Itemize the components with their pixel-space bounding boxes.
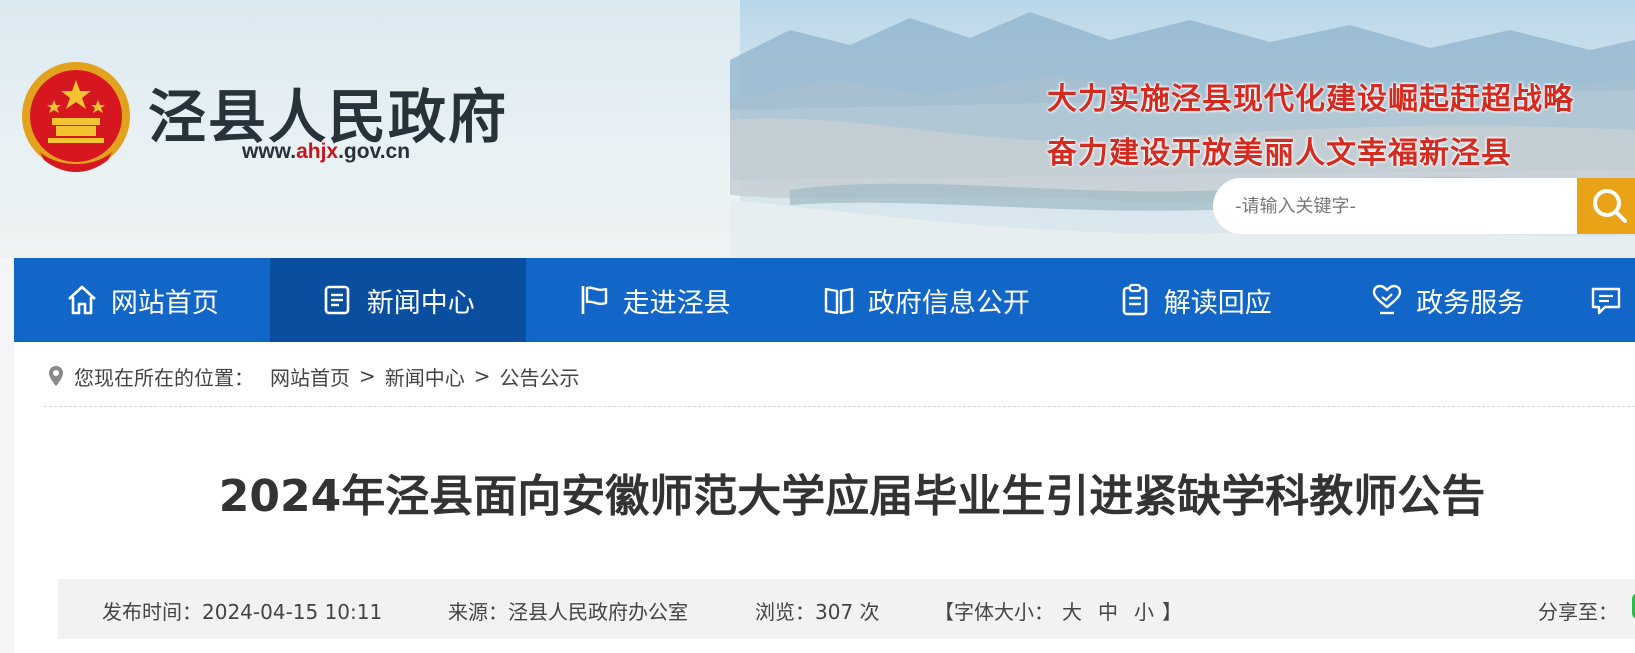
breadcrumb-divider	[44, 406, 1635, 407]
nav-item-services[interactable]: 政务服务	[1319, 258, 1575, 342]
search-box	[1213, 178, 1635, 234]
site-url: www.ahjx.gov.cn	[242, 140, 410, 164]
nav-item-home[interactable]: 网站首页	[14, 258, 270, 342]
location-pin-icon	[49, 366, 63, 386]
news-icon	[324, 285, 350, 315]
main-nav: 网站首页 新闻中心 走进泾县 政府信息公开 解读回应 政务服务	[14, 258, 1635, 342]
chat-icon	[1591, 287, 1621, 315]
search-button[interactable]	[1577, 178, 1635, 234]
font-size-medium-button[interactable]: 中	[1098, 600, 1118, 624]
search-input[interactable]	[1213, 178, 1583, 234]
font-size-large-button[interactable]: 大	[1062, 600, 1082, 624]
view-count: 浏览：307 次	[755, 600, 880, 624]
share-label: 分享至：	[1538, 600, 1618, 624]
book-icon	[824, 287, 854, 315]
nav-item-interaction[interactable]	[1575, 258, 1635, 342]
nav-item-label: 解读回应	[1163, 287, 1272, 319]
nav-item-label: 走进泾县	[622, 287, 731, 319]
breadcrumb-link-home[interactable]: 网站首页	[270, 362, 350, 391]
site-url-prefix: www.	[242, 140, 297, 163]
site-logo[interactable]: 泾县人民政府 www.ahjx.gov.cn	[18, 58, 538, 188]
heart-service-icon	[1372, 284, 1402, 315]
site-header: 泾县人民政府 www.ahjx.gov.cn 大力实施泾县现代化建设崛起赶超战略…	[0, 0, 1635, 258]
search-icon	[1593, 189, 1627, 223]
site-url-highlight: ahjx	[296, 140, 339, 163]
breadcrumb-separator: >	[473, 364, 491, 388]
publish-date: 发布时间：2024-04-15 10:11	[102, 600, 383, 624]
breadcrumb-link-notices[interactable]: 公告公示	[500, 362, 580, 391]
nav-item-news[interactable]: 新闻中心	[269, 258, 526, 342]
breadcrumb-separator: >	[359, 364, 376, 388]
nav-item-label: 政务服务	[1416, 287, 1525, 319]
home-icon	[68, 285, 96, 315]
nav-item-about[interactable]: 走进泾县	[526, 258, 782, 342]
clipboard-icon	[1122, 283, 1148, 316]
font-size-small-button[interactable]: 小	[1134, 600, 1154, 624]
nav-item-gov-info[interactable]: 政府信息公开	[782, 258, 1071, 342]
font-size-suffix: 】	[1162, 600, 1182, 624]
breadcrumb-prefix: 您现在所在的位置：	[74, 365, 254, 390]
breadcrumb-link-news[interactable]: 新闻中心	[385, 362, 465, 391]
article-title: 2024年泾县面向安徽师范大学应届毕业生引进紧缺学科教师公告	[218, 471, 1486, 522]
nav-item-label: 政府信息公开	[867, 287, 1030, 319]
site-url-suffix: .gov.cn	[338, 140, 411, 163]
main-content: 您现在所在的位置： 网站首页 > 新闻中心 > 公告公示 2024年泾县面向安徽…	[14, 342, 1635, 653]
breadcrumb: 您现在所在的位置： 网站首页 > 新闻中心 > 公告公示	[48, 360, 580, 392]
font-size-prefix: 【字体大小：	[934, 600, 1054, 624]
article-meta-bar: 发布时间：2024-04-15 10:11 来源：泾县人民政府办公室 浏览：30…	[58, 579, 1635, 639]
national-emblem-icon	[22, 62, 130, 172]
slogan-line-2: 奋力建设开放美丽人文幸福新泾县	[1047, 136, 1512, 171]
nav-item-label: 网站首页	[110, 287, 219, 319]
slogan-line-1: 大力实施泾县现代化建设崛起赶超战略	[1047, 82, 1574, 117]
font-size-control: 【字体大小： 大中小】	[934, 596, 1182, 625]
nav-item-label: 新闻中心	[366, 287, 475, 319]
article-source: 来源：泾县人民政府办公室	[448, 600, 688, 624]
flag-icon	[581, 286, 607, 314]
nav-item-interpretation[interactable]: 解读回应	[1070, 258, 1319, 342]
